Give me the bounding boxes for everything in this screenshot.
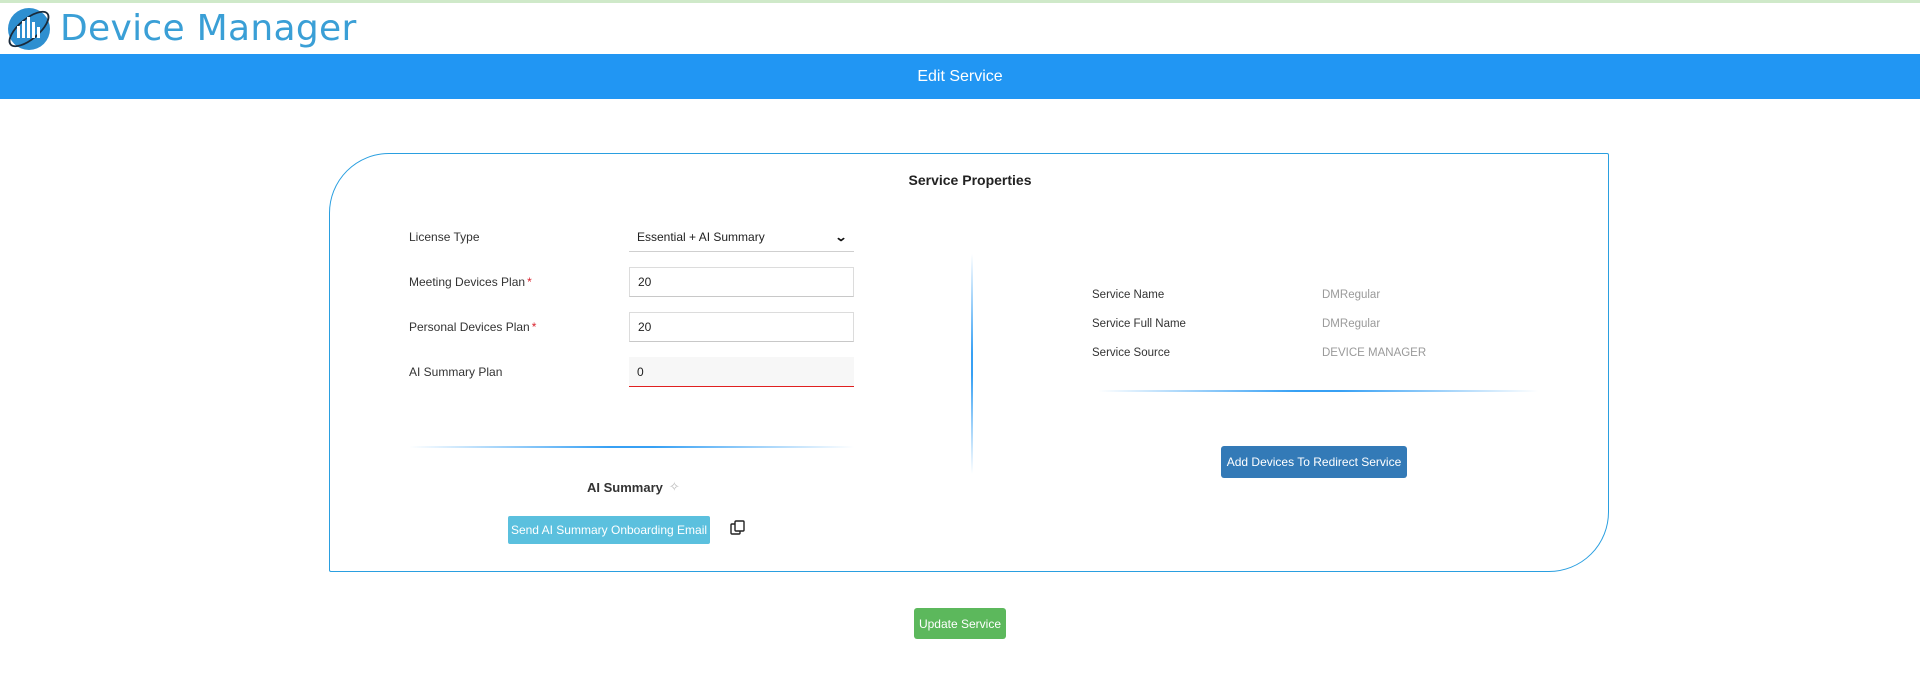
meeting-devices-plan-input[interactable]: 20	[629, 267, 854, 297]
vertical-section-divider	[971, 254, 973, 474]
service-full-name-label: Service Full Name	[1092, 318, 1186, 330]
license-type-select[interactable]: Essential + AI Summary ⌄	[629, 222, 854, 252]
ai-summary-plan-input[interactable]: 0	[629, 357, 854, 387]
send-ai-summary-onboarding-email-button[interactable]: Send AI Summary Onboarding Email	[508, 516, 710, 544]
service-info-row: Service Full Name DMRegular	[1092, 318, 1492, 336]
ai-summary-plan-value: 0	[637, 364, 644, 379]
page-title-banner: Edit Service	[0, 54, 1920, 99]
ai-summary-heading: AI Summary ✧	[587, 479, 680, 495]
add-devices-to-redirect-service-button[interactable]: Add Devices To Redirect Service	[1221, 446, 1407, 478]
ai-summary-plan-label: AI Summary Plan	[409, 365, 503, 379]
device-manager-logo-icon[interactable]	[4, 4, 54, 54]
personal-devices-plan-input[interactable]: 20	[629, 312, 854, 342]
app-header: Device Manager	[0, 3, 1920, 54]
meeting-devices-plan-row: Meeting Devices Plan * 20	[409, 267, 854, 299]
page-title: Edit Service	[917, 67, 1003, 85]
service-source-label: Service Source	[1092, 347, 1170, 359]
meeting-devices-plan-label-text: Meeting Devices Plan	[409, 275, 526, 289]
copy-icon[interactable]	[729, 519, 747, 537]
sparkle-icon: ✧	[668, 479, 680, 494]
update-service-button[interactable]: Update Service	[914, 608, 1006, 639]
service-name-label: Service Name	[1092, 289, 1165, 301]
service-source-value: DEVICE MANAGER	[1322, 347, 1427, 359]
meeting-devices-plan-value: 20	[638, 275, 652, 289]
service-full-name-value: DMRegular	[1322, 318, 1381, 330]
app-title: Device Manager	[60, 8, 357, 49]
personal-devices-plan-label: Personal Devices Plan *	[409, 320, 536, 334]
required-marker: *	[527, 275, 532, 289]
license-type-row: License Type Essential + AI Summary ⌄	[409, 222, 854, 254]
license-type-selected-value: Essential + AI Summary	[637, 229, 765, 244]
personal-devices-plan-value: 20	[638, 320, 652, 334]
required-marker: *	[531, 320, 537, 334]
left-section-divider	[409, 446, 854, 448]
meeting-devices-plan-label: Meeting Devices Plan *	[409, 275, 532, 289]
service-info-row: Service Source DEVICE MANAGER	[1092, 347, 1492, 365]
chevron-down-icon: ⌄	[834, 229, 848, 244]
personal-devices-plan-row: Personal Devices Plan * 20	[409, 312, 854, 344]
right-section-divider	[1098, 390, 1538, 392]
license-type-label: License Type	[409, 230, 480, 244]
ai-summary-plan-row: AI Summary Plan 0	[409, 357, 854, 389]
personal-devices-plan-label-text: Personal Devices Plan	[409, 320, 530, 334]
ai-summary-title: AI Summary	[587, 479, 663, 495]
service-info-row: Service Name DMRegular	[1092, 289, 1492, 307]
service-name-value: DMRegular	[1322, 289, 1381, 301]
card-title: Service Properties	[908, 172, 1032, 188]
service-properties-card: Service Properties License Type Essentia…	[329, 153, 1609, 572]
